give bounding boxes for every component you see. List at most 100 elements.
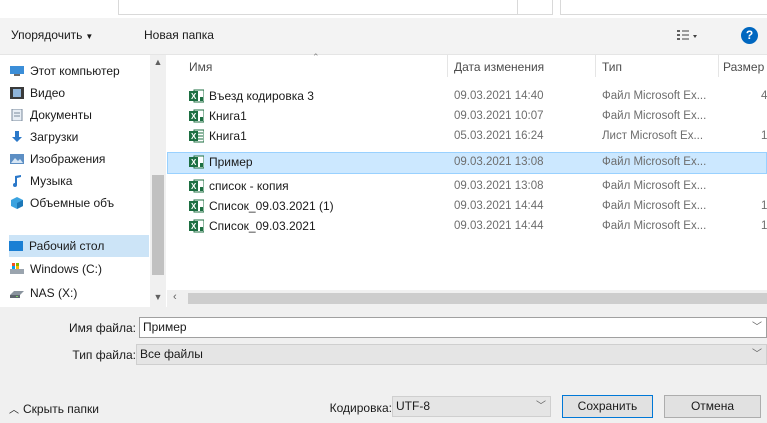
file-type: Файл Microsoft Ex...	[602, 220, 707, 232]
file-name-cell: X Книга1	[189, 126, 444, 146]
nav-label: Этот компьютер	[30, 64, 120, 78]
file-type: Файл Microsoft Ex...	[602, 156, 707, 168]
hide-folders-button[interactable]: ︿ Скрыть папки	[9, 401, 99, 416]
nav-label: Музыка	[30, 174, 73, 188]
nav-label: Windows (C:)	[30, 262, 103, 276]
network-drive-icon	[10, 290, 24, 298]
file-name-cell: X Список_09.03.2021 (1)	[189, 196, 444, 216]
downloads-icon	[12, 130, 22, 142]
file-size: 4	[761, 90, 767, 102]
svg-text:X: X	[191, 158, 197, 167]
column-header-size[interactable]: Размер	[723, 60, 764, 74]
list-scrollbar-thumb[interactable]	[188, 293, 767, 304]
filename-value: Пример	[143, 320, 187, 334]
chevron-down-icon[interactable]: ﹀	[752, 318, 762, 337]
chevron-down-icon: ﹀	[752, 349, 762, 360]
file-date: 09.03.2021 14:40	[454, 90, 544, 102]
nav-label: Объемные объ	[30, 196, 115, 210]
nav-label: Видео	[30, 86, 66, 100]
computer-icon	[10, 65, 24, 76]
nav-item-video[interactable]: Видео	[10, 82, 150, 104]
file-row[interactable]: X Книга1 09.03.2021 10:07 Файл Microsoft …	[167, 106, 767, 126]
file-type: Файл Microsoft Ex...	[602, 110, 707, 122]
save-button[interactable]: Сохранить	[562, 395, 653, 418]
filetype-select[interactable]: Все файлы ﹀	[136, 344, 767, 365]
address-bar[interactable]	[118, 0, 552, 15]
excel-csv-icon: X	[189, 199, 204, 213]
search-box[interactable]	[560, 0, 767, 15]
documents-icon	[11, 108, 23, 121]
encoding-value: UTF-8	[396, 399, 430, 413]
command-bar: Упорядочить ▼ Новая папка ?	[0, 18, 767, 55]
nav-item-images[interactable]: Изображения	[10, 148, 150, 170]
nav-label: Документы	[30, 108, 92, 122]
file-date: 09.03.2021 14:44	[454, 220, 544, 232]
new-folder-button[interactable]: Новая папка	[144, 28, 214, 42]
scroll-up-arrow-icon[interactable]: ▲	[150, 57, 166, 67]
file-date: 09.03.2021 14:44	[454, 200, 544, 212]
excel-csv-icon: X	[189, 109, 204, 123]
column-divider[interactable]	[595, 55, 596, 77]
column-divider[interactable]	[718, 55, 719, 77]
images-icon	[10, 153, 24, 164]
nav-item-downloads[interactable]: Загрузки	[10, 126, 150, 148]
file-name-cell: X Въезд кодировка 3	[189, 86, 444, 106]
nav-item-music[interactable]: Музыка	[10, 170, 150, 192]
help-button[interactable]: ?	[741, 27, 758, 44]
file-name-cell: X Книга1	[189, 106, 444, 126]
column-header-name[interactable]: Имя	[189, 60, 212, 74]
file-name-cell: X Пример	[189, 153, 444, 171]
nav-label: Рабочий стол	[29, 239, 105, 253]
file-list[interactable]: Имя ⌃ Дата изменения Тип Размер X Въезд к…	[167, 52, 767, 290]
scroll-left-arrow-icon[interactable]: ‹	[173, 291, 177, 303]
file-size: 1	[761, 200, 767, 212]
scroll-down-arrow-icon[interactable]: ▼	[150, 292, 166, 302]
file-type: Файл Microsoft Ex...	[602, 90, 707, 102]
nav-label: Загрузки	[30, 130, 79, 144]
nav-item-desktop[interactable]: Рабочий стол	[9, 235, 149, 257]
nav-label: NAS (X:)	[30, 286, 78, 300]
music-icon	[13, 174, 21, 187]
nav-item-3d-objects[interactable]: Объемные объ	[10, 192, 150, 214]
excel-csv-icon: X	[189, 179, 204, 193]
nav-item-nas-x[interactable]: NAS (X:)	[10, 282, 150, 304]
column-divider[interactable]	[447, 55, 448, 77]
column-header-type[interactable]: Тип	[602, 60, 622, 74]
cancel-button[interactable]: Отмена	[664, 395, 761, 418]
file-name: Список_09.03.2021	[209, 219, 316, 233]
file-type: Лист Microsoft Ex...	[602, 130, 704, 142]
file-row[interactable]: X Список_09.03.2021 (1) 09.03.2021 14:44 …	[167, 196, 767, 216]
nav-item-windows-c[interactable]: Windows (C:)	[10, 258, 150, 280]
file-row[interactable]: Xсписок - копия 09.03.2021 13:08 Файл Mi…	[167, 176, 767, 196]
file-size: 1	[761, 130, 767, 142]
refresh-button[interactable]	[517, 0, 553, 15]
file-row[interactable]: X Въезд кодировка 3 09.03.2021 14:40 Файл…	[167, 86, 767, 106]
file-type: Файл Microsoft Ex...	[602, 180, 707, 192]
view-options-button[interactable]	[676, 29, 698, 43]
filename-input[interactable]: Пример ﹀	[139, 317, 767, 338]
file-row-selected[interactable]: X Пример 09.03.2021 13:08 Файл Microsoft …	[167, 152, 767, 174]
file-name-cell: X Список_09.03.2021	[189, 216, 444, 236]
hide-folders-label: Скрыть папки	[23, 402, 99, 416]
filename-label: Имя файла:	[69, 321, 136, 335]
video-icon	[10, 86, 24, 99]
file-name: Пример	[209, 155, 253, 169]
encoding-select[interactable]: UTF-8 ﹀	[392, 396, 551, 417]
file-date: 09.03.2021 10:07	[454, 110, 544, 122]
file-size: 1	[761, 220, 767, 232]
drive-icon	[10, 262, 24, 274]
column-header-date[interactable]: Дата изменения	[454, 60, 544, 74]
svg-text:X: X	[191, 202, 197, 211]
nav-item-documents[interactable]: Документы	[10, 104, 150, 126]
nav-item-this-pc[interactable]: Этот компьютер	[10, 60, 150, 82]
svg-text:X: X	[191, 112, 197, 121]
svg-text:X: X	[191, 222, 197, 231]
file-row[interactable]: X Книга1 05.03.2021 16:24 Лист Microsoft …	[167, 126, 767, 146]
navigation-pane[interactable]: Этот компьютер Видео Документы Загрузки …	[0, 55, 166, 307]
file-row[interactable]: X Список_09.03.2021 09.03.2021 14:44 Файл…	[167, 216, 767, 236]
nav-scrollbar-thumb[interactable]	[152, 175, 164, 275]
desktop-icon	[9, 240, 23, 251]
chevron-down-icon: ﹀	[536, 401, 546, 412]
excel-csv-icon: X	[189, 155, 204, 169]
organize-button[interactable]: Упорядочить ▼	[11, 28, 93, 42]
